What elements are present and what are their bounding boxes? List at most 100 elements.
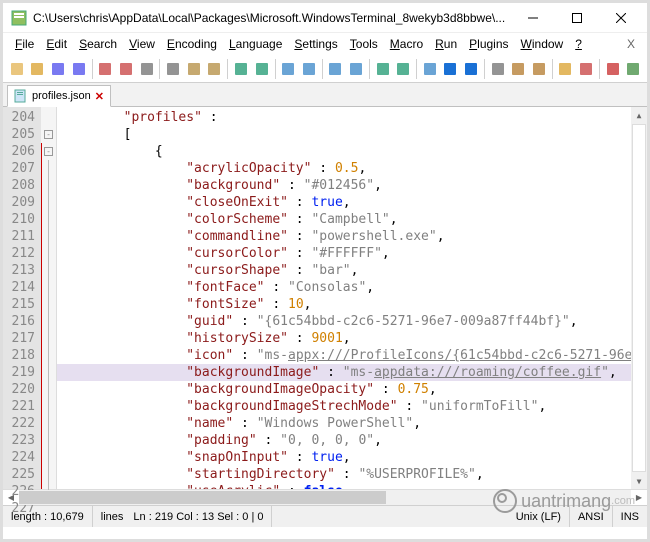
redo-button[interactable] (252, 58, 272, 80)
line-number: 208 (3, 177, 41, 194)
paste-button[interactable] (205, 58, 225, 80)
code-line[interactable]: "name" : "Windows PowerShell", (57, 415, 631, 432)
title-bar: C:\Users\chris\AppData\Local\Packages\Mi… (3, 3, 647, 33)
code-line[interactable]: "colorScheme" : "Campbell", (57, 211, 631, 228)
tab-close-icon[interactable]: ✕ (95, 90, 104, 103)
menu-plugins[interactable]: Plugins (463, 35, 514, 53)
save-all-button[interactable] (69, 58, 89, 80)
status-encoding: ANSI (570, 506, 613, 527)
vertical-scrollbar[interactable]: ▲ ▼ (631, 107, 647, 489)
menu-edit[interactable]: Edit (40, 35, 73, 53)
editor-area[interactable]: 2042052062072082092102112122132142152162… (3, 107, 647, 489)
line-number: 224 (3, 449, 41, 466)
code-line[interactable]: "profiles" : (57, 109, 631, 126)
indent-button[interactable] (461, 58, 481, 80)
line-number: 211 (3, 228, 41, 245)
line-number: 207 (3, 160, 41, 177)
minimize-button[interactable] (511, 4, 555, 32)
status-mode: INS (613, 506, 647, 527)
menu-run[interactable]: Run (429, 35, 463, 53)
save-button[interactable] (48, 58, 68, 80)
sync-h-button[interactable] (393, 58, 413, 80)
cut-button[interactable] (163, 58, 183, 80)
line-number-gutter: 2042052062072082092102112122132142152162… (3, 107, 41, 489)
menu-bar: FileEditSearchViewEncodingLanguageSettin… (3, 33, 647, 55)
hscroll-thumb[interactable] (19, 491, 386, 504)
line-number: 225 (3, 466, 41, 483)
menu-macro[interactable]: Macro (384, 35, 429, 53)
code-line[interactable]: "acrylicOpacity" : 0.5, (57, 160, 631, 177)
code-line[interactable]: "backgroundImage" : "ms-appdata:///roami… (57, 364, 631, 381)
folder-button[interactable] (556, 58, 576, 80)
open-file-button[interactable] (28, 58, 48, 80)
menu-settings[interactable]: Settings (288, 35, 343, 53)
line-number: 213 (3, 262, 41, 279)
play-button[interactable] (623, 58, 643, 80)
code-line[interactable]: "backgroundImageStrechMode" : "uniformTo… (57, 398, 631, 415)
close-button[interactable] (599, 4, 643, 32)
menu-tools[interactable]: Tools (344, 35, 384, 53)
code-line[interactable]: "fontFace" : "Consolas", (57, 279, 631, 296)
code-line[interactable]: "startingDirectory" : "%USERPROFILE%", (57, 466, 631, 483)
menu-view[interactable]: View (123, 35, 161, 53)
code-line[interactable]: "guid" : "{61c54bbd-c2c6-5271-96e7-009a8… (57, 313, 631, 330)
code-line[interactable]: "closeOnExit" : true, (57, 194, 631, 211)
wordwrap-button[interactable] (420, 58, 440, 80)
line-number: 210 (3, 211, 41, 228)
status-bar: length : 10,679 lines Ln : 219 Col : 13 … (3, 505, 647, 527)
maximize-button[interactable] (555, 4, 599, 32)
code-line[interactable]: { (57, 143, 631, 160)
horizontal-scrollbar[interactable]: ◀ ▶ (3, 489, 647, 505)
code-line[interactable]: [ (57, 126, 631, 143)
scroll-right-icon[interactable]: ▶ (631, 490, 647, 505)
close-all-button[interactable] (116, 58, 136, 80)
menu-encoding[interactable]: Encoding (161, 35, 223, 53)
line-number: 221 (3, 398, 41, 415)
lang-button[interactable] (488, 58, 508, 80)
copy-button[interactable] (184, 58, 204, 80)
scroll-thumb[interactable] (632, 124, 646, 472)
record-button[interactable] (603, 58, 623, 80)
code-line[interactable]: "cursorShape" : "bar", (57, 262, 631, 279)
code-line[interactable]: "cursorColor" : "#FFFFFF", (57, 245, 631, 262)
line-number: 206 (3, 143, 41, 160)
line-number: 204 (3, 109, 41, 126)
tab-profiles-json[interactable]: profiles.json ✕ (7, 85, 111, 107)
doc-map-button[interactable] (508, 58, 528, 80)
code-line[interactable]: "useAcrylic" : false (57, 483, 631, 489)
code-content[interactable]: "profiles" : [ { "acrylicOpacity" : 0.5,… (57, 107, 631, 489)
zoom-out-button[interactable] (346, 58, 366, 80)
scroll-down-icon[interactable]: ▼ (631, 473, 647, 489)
print-button[interactable] (137, 58, 157, 80)
menu-window[interactable]: Window (515, 35, 570, 53)
code-line[interactable]: "backgroundImageOpacity" : 0.75, (57, 381, 631, 398)
code-line[interactable]: "snapOnInput" : true, (57, 449, 631, 466)
func-list-button[interactable] (529, 58, 549, 80)
menu-file[interactable]: File (9, 35, 40, 53)
line-number: 212 (3, 245, 41, 262)
window-title: C:\Users\chris\AppData\Local\Packages\Mi… (33, 11, 511, 25)
new-file-button[interactable] (7, 58, 27, 80)
menu-extra[interactable]: X (621, 35, 641, 53)
code-line[interactable]: "historySize" : 9001, (57, 330, 631, 347)
line-number: 218 (3, 347, 41, 364)
replace-button[interactable] (299, 58, 319, 80)
code-line[interactable]: "commandline" : "powershell.exe", (57, 228, 631, 245)
scroll-up-icon[interactable]: ▲ (631, 107, 647, 123)
code-line[interactable]: "background" : "#012456", (57, 177, 631, 194)
undo-button[interactable] (231, 58, 251, 80)
line-number: 223 (3, 432, 41, 449)
code-line[interactable]: "padding" : "0, 0, 0, 0", (57, 432, 631, 449)
close-button[interactable] (96, 58, 116, 80)
menu-help[interactable]: ? (569, 35, 588, 53)
find-button[interactable] (278, 58, 298, 80)
menu-search[interactable]: Search (73, 35, 123, 53)
zoom-in-button[interactable] (326, 58, 346, 80)
code-line[interactable]: "fontSize" : 10, (57, 296, 631, 313)
monitor-button[interactable] (576, 58, 596, 80)
line-number: 219 (3, 364, 41, 381)
menu-language[interactable]: Language (223, 35, 288, 53)
allchars-button[interactable] (441, 58, 461, 80)
sync-v-button[interactable] (373, 58, 393, 80)
code-line[interactable]: "icon" : "ms-appx:///ProfileIcons/{61c54… (57, 347, 631, 364)
